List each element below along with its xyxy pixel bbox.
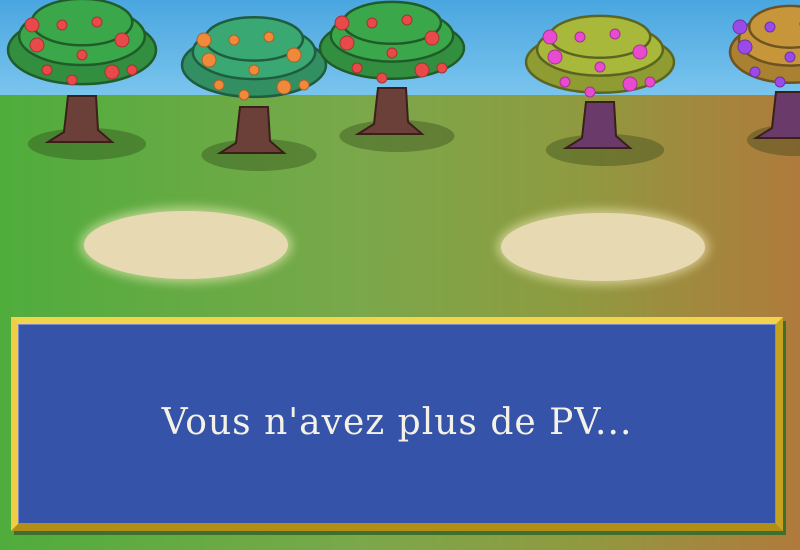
tree-fruit: [386, 47, 398, 59]
tree-fruit: [263, 31, 275, 43]
tree-fruit: [91, 16, 103, 28]
tree-fruit: [334, 15, 350, 31]
tree-fruit: [114, 32, 130, 48]
tree-fruit: [542, 29, 558, 45]
tree-fruit: [201, 52, 217, 68]
tree-fruit: [351, 62, 363, 74]
tree-fruit: [339, 35, 355, 51]
tree-fruit: [436, 62, 448, 74]
tree-fruit: [737, 39, 753, 55]
tree-fruit: [547, 49, 563, 65]
tree-fruit: [414, 62, 430, 78]
tree-fruit: [29, 37, 45, 53]
tree-fruit: [248, 64, 260, 76]
tree-fruit: [622, 76, 638, 92]
tree-fruit: [366, 17, 378, 29]
tree-fruit: [559, 76, 571, 88]
dialog-box[interactable]: Vous n'avez plus de PV...: [11, 317, 783, 531]
tree-fruit: [594, 61, 606, 73]
tree-fruit: [24, 17, 40, 33]
battle-scene: Vous n'avez plus de PV...: [0, 0, 800, 550]
player-platform: [84, 211, 288, 279]
tree-fruit: [286, 47, 302, 63]
tree-fruit: [574, 31, 586, 43]
tree-fruit: [584, 86, 596, 98]
tree-fruit: [784, 51, 796, 63]
tree-fruit: [774, 76, 786, 88]
tree-fruit: [238, 89, 250, 101]
tree-fruit: [401, 14, 413, 26]
tree-fruit: [66, 74, 78, 86]
tree-fruit: [644, 76, 656, 88]
tree-fruit: [228, 34, 240, 46]
tree-fruit: [196, 32, 212, 48]
tree-fruit: [213, 79, 225, 91]
tree-fruit: [632, 44, 648, 60]
enemy-platform: [501, 213, 705, 281]
tree-fruit: [56, 19, 68, 31]
tree-fruit: [424, 30, 440, 46]
tree-fruit: [376, 72, 388, 84]
tree-fruit: [749, 66, 761, 78]
dialog-message: Vous n'avez plus de PV...: [161, 401, 633, 443]
tree-fruit: [104, 64, 120, 80]
tree-fruit: [276, 79, 292, 95]
tree-fruit: [298, 79, 310, 91]
tree-fruit: [609, 28, 621, 40]
tree-fruit: [76, 49, 88, 61]
tree-fruit: [732, 19, 748, 35]
tree-fruit: [764, 21, 776, 33]
tree-fruit: [41, 64, 53, 76]
dialog-inner-frame: Vous n'avez plus de PV...: [18, 324, 776, 524]
tree-fruit: [126, 64, 138, 76]
